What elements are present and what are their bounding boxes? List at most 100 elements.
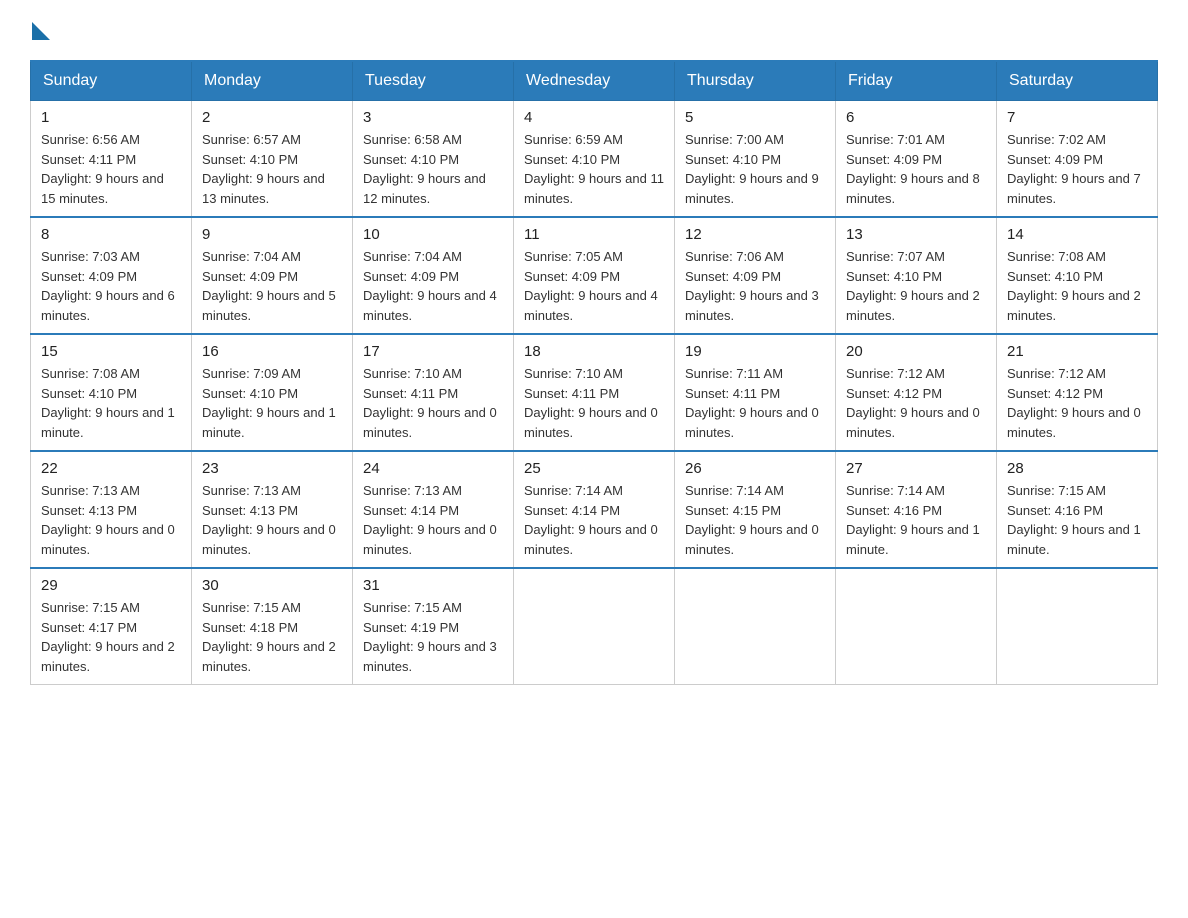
calendar-day-cell — [997, 568, 1158, 685]
page-header — [30, 20, 1158, 40]
day-number: 24 — [363, 460, 503, 477]
day-number: 27 — [846, 460, 986, 477]
day-info: Sunrise: 7:14 AM Sunset: 4:15 PM Dayligh… — [685, 481, 825, 559]
day-number: 4 — [524, 109, 664, 126]
logo — [30, 20, 50, 40]
calendar-day-cell: 10 Sunrise: 7:04 AM Sunset: 4:09 PM Dayl… — [353, 217, 514, 334]
header-monday: Monday — [192, 61, 353, 101]
day-info: Sunrise: 7:15 AM Sunset: 4:17 PM Dayligh… — [41, 598, 181, 676]
day-info: Sunrise: 7:10 AM Sunset: 4:11 PM Dayligh… — [524, 364, 664, 442]
calendar-day-cell: 29 Sunrise: 7:15 AM Sunset: 4:17 PM Dayl… — [31, 568, 192, 685]
day-number: 22 — [41, 460, 181, 477]
day-number: 16 — [202, 343, 342, 360]
day-info: Sunrise: 7:12 AM Sunset: 4:12 PM Dayligh… — [1007, 364, 1147, 442]
day-info: Sunrise: 7:13 AM Sunset: 4:14 PM Dayligh… — [363, 481, 503, 559]
day-info: Sunrise: 6:56 AM Sunset: 4:11 PM Dayligh… — [41, 130, 181, 208]
day-number: 12 — [685, 226, 825, 243]
calendar-day-cell: 4 Sunrise: 6:59 AM Sunset: 4:10 PM Dayli… — [514, 101, 675, 218]
day-info: Sunrise: 7:12 AM Sunset: 4:12 PM Dayligh… — [846, 364, 986, 442]
day-info: Sunrise: 7:04 AM Sunset: 4:09 PM Dayligh… — [363, 247, 503, 325]
calendar-header-row: SundayMondayTuesdayWednesdayThursdayFrid… — [31, 61, 1158, 101]
calendar-week-row: 8 Sunrise: 7:03 AM Sunset: 4:09 PM Dayli… — [31, 217, 1158, 334]
day-number: 23 — [202, 460, 342, 477]
calendar-day-cell: 11 Sunrise: 7:05 AM Sunset: 4:09 PM Dayl… — [514, 217, 675, 334]
day-info: Sunrise: 7:13 AM Sunset: 4:13 PM Dayligh… — [202, 481, 342, 559]
calendar-week-row: 1 Sunrise: 6:56 AM Sunset: 4:11 PM Dayli… — [31, 101, 1158, 218]
day-info: Sunrise: 7:09 AM Sunset: 4:10 PM Dayligh… — [202, 364, 342, 442]
day-info: Sunrise: 7:15 AM Sunset: 4:18 PM Dayligh… — [202, 598, 342, 676]
calendar-day-cell: 24 Sunrise: 7:13 AM Sunset: 4:14 PM Dayl… — [353, 451, 514, 568]
day-number: 17 — [363, 343, 503, 360]
day-info: Sunrise: 7:04 AM Sunset: 4:09 PM Dayligh… — [202, 247, 342, 325]
day-number: 3 — [363, 109, 503, 126]
day-number: 2 — [202, 109, 342, 126]
day-number: 7 — [1007, 109, 1147, 126]
calendar-day-cell: 27 Sunrise: 7:14 AM Sunset: 4:16 PM Dayl… — [836, 451, 997, 568]
day-number: 15 — [41, 343, 181, 360]
calendar-day-cell: 17 Sunrise: 7:10 AM Sunset: 4:11 PM Dayl… — [353, 334, 514, 451]
day-info: Sunrise: 7:11 AM Sunset: 4:11 PM Dayligh… — [685, 364, 825, 442]
day-number: 9 — [202, 226, 342, 243]
day-info: Sunrise: 7:05 AM Sunset: 4:09 PM Dayligh… — [524, 247, 664, 325]
header-sunday: Sunday — [31, 61, 192, 101]
calendar-day-cell: 1 Sunrise: 6:56 AM Sunset: 4:11 PM Dayli… — [31, 101, 192, 218]
day-number: 11 — [524, 226, 664, 243]
day-number: 13 — [846, 226, 986, 243]
calendar-day-cell: 30 Sunrise: 7:15 AM Sunset: 4:18 PM Dayl… — [192, 568, 353, 685]
day-number: 29 — [41, 577, 181, 594]
calendar-day-cell: 15 Sunrise: 7:08 AM Sunset: 4:10 PM Dayl… — [31, 334, 192, 451]
day-number: 1 — [41, 109, 181, 126]
calendar-day-cell: 14 Sunrise: 7:08 AM Sunset: 4:10 PM Dayl… — [997, 217, 1158, 334]
header-tuesday: Tuesday — [353, 61, 514, 101]
calendar-day-cell: 25 Sunrise: 7:14 AM Sunset: 4:14 PM Dayl… — [514, 451, 675, 568]
day-number: 30 — [202, 577, 342, 594]
day-info: Sunrise: 7:14 AM Sunset: 4:16 PM Dayligh… — [846, 481, 986, 559]
day-number: 5 — [685, 109, 825, 126]
calendar-day-cell: 23 Sunrise: 7:13 AM Sunset: 4:13 PM Dayl… — [192, 451, 353, 568]
day-number: 31 — [363, 577, 503, 594]
day-info: Sunrise: 7:13 AM Sunset: 4:13 PM Dayligh… — [41, 481, 181, 559]
day-number: 19 — [685, 343, 825, 360]
day-number: 26 — [685, 460, 825, 477]
calendar-day-cell: 5 Sunrise: 7:00 AM Sunset: 4:10 PM Dayli… — [675, 101, 836, 218]
calendar-day-cell — [836, 568, 997, 685]
header-wednesday: Wednesday — [514, 61, 675, 101]
logo-arrow-icon — [32, 22, 50, 40]
calendar-day-cell: 19 Sunrise: 7:11 AM Sunset: 4:11 PM Dayl… — [675, 334, 836, 451]
calendar-week-row: 22 Sunrise: 7:13 AM Sunset: 4:13 PM Dayl… — [31, 451, 1158, 568]
calendar-day-cell: 21 Sunrise: 7:12 AM Sunset: 4:12 PM Dayl… — [997, 334, 1158, 451]
calendar-day-cell: 20 Sunrise: 7:12 AM Sunset: 4:12 PM Dayl… — [836, 334, 997, 451]
header-friday: Friday — [836, 61, 997, 101]
calendar-day-cell: 28 Sunrise: 7:15 AM Sunset: 4:16 PM Dayl… — [997, 451, 1158, 568]
day-number: 28 — [1007, 460, 1147, 477]
calendar-table: SundayMondayTuesdayWednesdayThursdayFrid… — [30, 60, 1158, 685]
day-info: Sunrise: 7:14 AM Sunset: 4:14 PM Dayligh… — [524, 481, 664, 559]
day-number: 14 — [1007, 226, 1147, 243]
calendar-day-cell: 7 Sunrise: 7:02 AM Sunset: 4:09 PM Dayli… — [997, 101, 1158, 218]
calendar-day-cell: 2 Sunrise: 6:57 AM Sunset: 4:10 PM Dayli… — [192, 101, 353, 218]
header-thursday: Thursday — [675, 61, 836, 101]
day-number: 21 — [1007, 343, 1147, 360]
day-number: 10 — [363, 226, 503, 243]
day-number: 18 — [524, 343, 664, 360]
day-info: Sunrise: 7:08 AM Sunset: 4:10 PM Dayligh… — [41, 364, 181, 442]
day-number: 8 — [41, 226, 181, 243]
calendar-day-cell: 18 Sunrise: 7:10 AM Sunset: 4:11 PM Dayl… — [514, 334, 675, 451]
day-info: Sunrise: 7:06 AM Sunset: 4:09 PM Dayligh… — [685, 247, 825, 325]
calendar-week-row: 29 Sunrise: 7:15 AM Sunset: 4:17 PM Dayl… — [31, 568, 1158, 685]
calendar-day-cell: 9 Sunrise: 7:04 AM Sunset: 4:09 PM Dayli… — [192, 217, 353, 334]
day-info: Sunrise: 7:15 AM Sunset: 4:16 PM Dayligh… — [1007, 481, 1147, 559]
calendar-day-cell: 6 Sunrise: 7:01 AM Sunset: 4:09 PM Dayli… — [836, 101, 997, 218]
calendar-day-cell: 16 Sunrise: 7:09 AM Sunset: 4:10 PM Dayl… — [192, 334, 353, 451]
day-info: Sunrise: 7:15 AM Sunset: 4:19 PM Dayligh… — [363, 598, 503, 676]
day-info: Sunrise: 6:57 AM Sunset: 4:10 PM Dayligh… — [202, 130, 342, 208]
day-info: Sunrise: 7:10 AM Sunset: 4:11 PM Dayligh… — [363, 364, 503, 442]
calendar-day-cell: 31 Sunrise: 7:15 AM Sunset: 4:19 PM Dayl… — [353, 568, 514, 685]
day-info: Sunrise: 7:07 AM Sunset: 4:10 PM Dayligh… — [846, 247, 986, 325]
day-info: Sunrise: 7:01 AM Sunset: 4:09 PM Dayligh… — [846, 130, 986, 208]
calendar-week-row: 15 Sunrise: 7:08 AM Sunset: 4:10 PM Dayl… — [31, 334, 1158, 451]
header-saturday: Saturday — [997, 61, 1158, 101]
day-number: 20 — [846, 343, 986, 360]
day-info: Sunrise: 6:59 AM Sunset: 4:10 PM Dayligh… — [524, 130, 664, 208]
day-info: Sunrise: 7:08 AM Sunset: 4:10 PM Dayligh… — [1007, 247, 1147, 325]
